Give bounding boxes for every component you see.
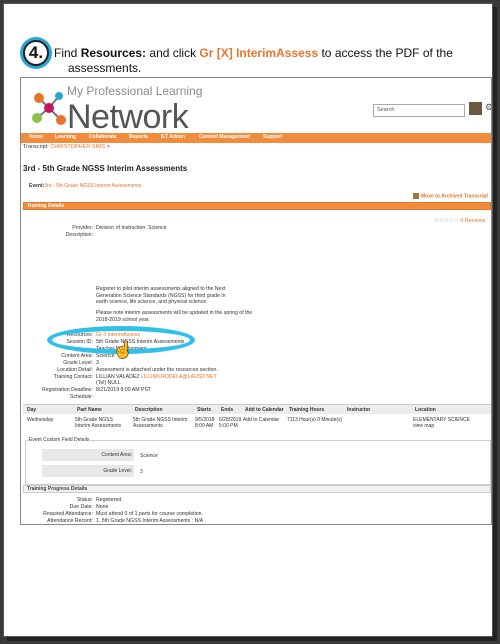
training-details-header: Training Details [23, 202, 491, 210]
instr-part: to access the PDF of the [318, 46, 453, 60]
cell-training-hours: 7113 Hour(s) 0 Minute(s) [287, 417, 343, 423]
cell-part-name: 5th Grade NGSS Interim Assessments [75, 417, 122, 429]
deadline-value: 8/21/2019 8:00 AM PST [96, 387, 152, 393]
event-line: Event:3rd - 5th Grade NGSS Interim Asses… [29, 183, 141, 189]
logo-title: Network [67, 98, 189, 136]
schedule-table-header: Day Part Name Description Starts Ends Ad… [23, 404, 491, 414]
page-title: 3rd - 5th Grade NGSS Interim Assessments [23, 164, 188, 173]
due-value: None [96, 504, 109, 510]
breadcrumb-link[interactable]: CHRISTOPHER SIMS [50, 144, 105, 150]
nav-reports[interactable]: Reports [129, 134, 148, 140]
col-starts: Starts [197, 407, 212, 413]
nav-home[interactable]: Home [29, 134, 43, 140]
instr-part: and click [146, 46, 200, 60]
instr-part: Find [54, 46, 81, 60]
cf-grade-value: 3 [140, 469, 143, 475]
network-logo-icon [32, 92, 66, 125]
nav-ilt-admin[interactable]: ILT Admin [161, 134, 185, 140]
status-label: Status: [76, 497, 93, 503]
progress-header: Training Progress Details [23, 485, 491, 493]
description-text-1: Register to pilot interim assessments al… [96, 286, 226, 305]
reviews-link[interactable]: 0 Reviews [460, 218, 485, 224]
description-text-2: Please note interim assessments will be … [96, 310, 253, 323]
location-label: Location Detail: [57, 367, 93, 373]
cell-starts: 9/5/2018 8:00 AM [195, 417, 215, 429]
status-badge: Registered [96, 497, 122, 503]
instr-resources: Resources: [80, 46, 147, 60]
content-area-label: Content Area: [61, 353, 93, 359]
contact-tel: (Tel) NULL [96, 380, 121, 386]
required-value: Must attend 0 of 1 parts for course comp… [96, 511, 203, 517]
document-page: 4. Find Resources: and click Gr [X] Inte… [3, 3, 493, 637]
contact-email-link[interactable]: LILLIAN.RODELA@LAUSD.NET [141, 374, 217, 380]
cf-grade-label: Grade Level: [42, 465, 134, 477]
due-label: Due Date: [69, 504, 93, 510]
deadline-label: Registration Deadline: [41, 387, 93, 393]
cell-day: Wednesday [27, 417, 54, 423]
event-link[interactable]: 3rd - 5th Grade NGSS Interim Assessments [44, 183, 141, 189]
rating[interactable]: ☆☆☆☆☆ 0 Reviews [434, 218, 486, 224]
schedule-label: Schedule: [69, 394, 93, 400]
custom-field-box: Event Custom Field Details Content Area:… [25, 437, 491, 485]
grade-level-label: Grade Level: [63, 360, 93, 366]
nav-collaborate[interactable]: Collaborate [89, 134, 117, 140]
breadcrumb-label: Transcript: [23, 144, 49, 150]
search-input[interactable]: Search [373, 104, 465, 117]
instr-link-name: Gr [X] InterimAssess [199, 46, 319, 60]
col-ends: Ends [221, 407, 234, 413]
nav-content-management[interactable]: Content Management [199, 134, 250, 140]
grade-level-value: 3 [96, 360, 99, 366]
cell-ends: 6/28/2019 5:00 PM [219, 417, 242, 429]
cf-content-label: Content Area: [42, 449, 134, 461]
location-value: Assessment is attached under the resourc… [96, 367, 218, 373]
col-instructor: Instructor [347, 407, 371, 413]
archive-link[interactable]: Move to Archived Transcript [413, 193, 488, 199]
record-label: Attendance Record: [47, 518, 93, 524]
col-part-name: Part Name [77, 407, 102, 413]
instruction-text: Find Resources: and click Gr [X] Interim… [54, 46, 454, 76]
col-training-hours: Training Hours [289, 407, 325, 413]
step-number: 4. [23, 40, 49, 66]
required-label: Required Attendance: [43, 511, 93, 517]
nav-learning[interactable]: Learning [55, 134, 76, 140]
event-label: Event: [29, 183, 45, 189]
screenshot-panel: My Professional Learning Network Search … [20, 77, 492, 525]
gear-icon[interactable]: ⚙ [485, 102, 491, 113]
record-value: 1. 5th Grade NGSS Interim Assessments : … [96, 518, 204, 524]
cf-content-value: Science [140, 453, 158, 459]
nav-bar: Home Learning Collaborate Reports ILT Ad… [21, 133, 491, 143]
archive-label: Move to Archived Transcript [421, 193, 489, 200]
logo-tagline: My Professional Learning [67, 84, 203, 98]
col-add-to-calendar: Add to Calendar [245, 407, 284, 413]
description-label: Description: [65, 232, 93, 238]
star-icon: ☆☆☆☆☆ [434, 218, 459, 224]
col-location: Location [415, 407, 436, 413]
archive-icon [413, 193, 419, 199]
cell-description: 5th Grade NGSS Interim Assessments [133, 417, 188, 429]
col-description: Description [135, 407, 163, 413]
col-day: Day [27, 407, 37, 413]
custom-field-title: Event Custom Field Details [28, 437, 91, 443]
view-map-link[interactable]: view map [413, 423, 434, 429]
breadcrumb-sep: > [106, 144, 110, 150]
pointer-hand-icon: ☝ [113, 342, 133, 359]
instr-part: assessments. [68, 61, 142, 75]
breadcrumb: Transcript: CHRISTOPHER SIMS > [23, 144, 110, 150]
provider-value: Division of Instruction: Science [96, 225, 167, 231]
nav-support[interactable]: Support [263, 134, 282, 140]
provider-label: Provider: [72, 225, 93, 231]
add-to-calendar-link[interactable]: Add to Calendar [243, 417, 279, 423]
contact-label: Training Contact: [53, 374, 93, 380]
avatar[interactable] [469, 102, 482, 115]
